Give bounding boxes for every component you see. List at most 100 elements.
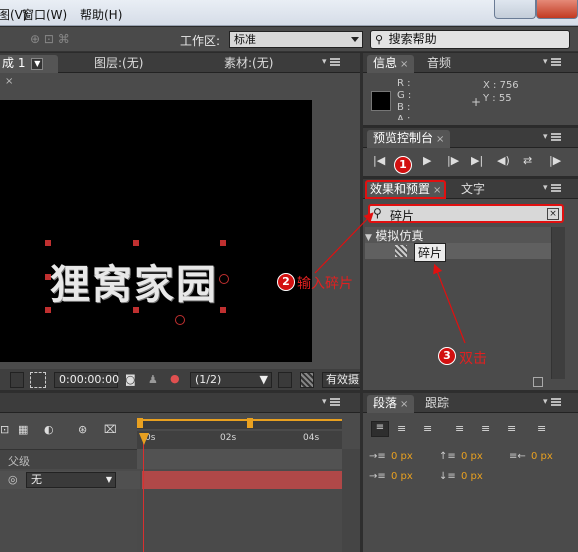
x-readout: X : 756 [483,80,519,91]
channel-icon[interactable]: ● [170,372,180,385]
viewer-controls: 0:00:00:00 ◙ ♟ ● (1/2) ▼ 有效摄 [0,369,362,391]
view-dropdown[interactable]: 有效摄 [322,372,362,388]
loop-icon[interactable]: ⇄ [523,154,532,167]
menu-help[interactable]: 帮助(H) [80,6,122,23]
new-folder-icon[interactable] [533,377,543,387]
panel-menu-icon[interactable] [543,57,563,68]
close-icon[interactable]: × [436,134,444,145]
time-ruler[interactable]: 0s 02s 04s [137,431,342,449]
tab-effects-presets[interactable]: 效果和预置 × [365,180,447,199]
tab-preview-label: 预览控制台 [373,131,434,145]
menu-window[interactable]: 窗口(W) [22,6,67,23]
chevron-down-icon: ▼ [105,475,112,484]
panel-menu-icon[interactable] [543,132,563,143]
chevron-down-icon [351,37,359,42]
pickwhip-icon[interactable]: ◎ [8,473,18,486]
panel-menu-icon[interactable] [543,183,563,194]
brainstorm-icon[interactable]: ⌧ [104,423,117,436]
preview-panel: 预览控制台× |◀ ▶ |▶ ▶| ◀) ⇄ |▶ 1 [363,125,578,176]
ram-preview-icon[interactable]: |▶ [549,154,561,167]
close-icon[interactable]: × [400,399,408,410]
justify-center-icon[interactable]: ≡ [481,422,490,435]
composition-viewer[interactable]: 狸窝家园 [0,100,312,362]
transform-handle[interactable] [45,240,51,246]
align-left-icon[interactable]: ≡ [371,421,389,437]
parent-column-label: 父级 [8,455,30,468]
timecode-field[interactable]: 0:00:00:00 [54,372,119,388]
region-icon[interactable] [278,372,292,388]
next-frame-icon[interactable]: |▶ [447,154,459,167]
play-icon[interactable]: ▶ [423,154,431,167]
audio-icon[interactable]: ◀) [497,154,510,167]
resolution-value: (1/2) [195,373,222,386]
transform-handle[interactable] [220,307,226,313]
frame-blend-icon[interactable]: ▦ [18,423,28,436]
effect-item-row[interactable]: 碎片 [365,243,551,262]
panel-menu-icon[interactable] [322,57,342,68]
anchor-point-icon[interactable] [175,315,185,325]
comp-dropdown-icon[interactable]: ▼ [31,57,44,70]
tab-composition[interactable]: 成 1 ▼ × [0,55,58,87]
justify-all-icon[interactable]: ≡ [537,422,546,435]
anchor-point-icon[interactable] [219,274,229,284]
layer-duration-bar[interactable] [142,471,342,489]
transform-handle[interactable] [220,240,226,246]
close-window-button[interactable] [536,0,578,19]
work-area-end-handle[interactable] [247,418,253,428]
panel-menu-icon[interactable] [543,397,563,408]
tab-preview[interactable]: 预览控制台 × [367,130,451,148]
effects-scrollbar[interactable] [551,227,565,379]
space-after-value[interactable]: 0 px [461,471,483,482]
effects-category-row[interactable]: ▼ 模拟仿真 [365,227,551,243]
minimize-button[interactable] [494,0,536,19]
justify-right-icon[interactable]: ≡ [507,422,516,435]
close-icon[interactable]: × [400,59,408,70]
camera-icon[interactable]: ◙ [125,373,136,386]
first-line-value[interactable]: 0 px [391,471,413,482]
transparency-grid-icon[interactable] [300,372,314,388]
resolution-dropdown[interactable]: (1/2) ▼ [190,372,272,388]
effects-search-input[interactable]: ⚲ 碎片 × [368,204,564,223]
tab-tracker[interactable]: 跟踪 [419,395,455,413]
tab-info[interactable]: 信息 × [367,55,415,73]
workspace-label: 工作区: [180,34,221,48]
grid-icon[interactable] [10,372,24,388]
current-time-indicator[interactable] [143,433,144,552]
snap-icon[interactable]: ⊕ ⊡ ⌘ [30,32,70,46]
timeline-empty-area [137,489,342,552]
indent-fields: →≡ 0 px ↑≡ 0 px ≡← 0 px →≡ 0 px ↓≡ 0 px [369,451,574,491]
transform-handle[interactable] [133,240,139,246]
align-right-icon[interactable]: ≡ [423,422,432,435]
indent-right-value[interactable]: 0 px [531,451,553,462]
a-label: A : [397,114,411,120]
clear-search-icon[interactable]: × [547,208,559,220]
graph-editor-icon[interactable]: ⊛ [78,423,87,436]
safe-margin-icon[interactable] [30,372,46,388]
tab-audio[interactable]: 音频 [421,55,457,73]
expand-icon[interactable]: ▼ [365,233,372,243]
work-area-start-handle[interactable] [137,418,143,428]
last-frame-icon[interactable]: ▶| [471,154,483,167]
indent-left-value[interactable]: 0 px [391,451,413,462]
tab-layer[interactable]: 图层:(无) [88,55,149,73]
user-icon[interactable]: ♟ [148,373,158,386]
panel-menu-icon[interactable] [322,397,342,408]
space-before-value[interactable]: 0 px [461,451,483,462]
workspace-dropdown[interactable]: 标准 [229,31,363,48]
timeline-scrollbar[interactable] [342,449,360,552]
layer-row[interactable]: ◎ 无 ▼ [0,471,140,489]
tab-text[interactable]: 文字 [455,181,491,199]
justify-left-icon[interactable]: ≡ [455,422,464,435]
help-search-input[interactable]: ⚲ 搜索帮助 [370,30,570,49]
work-area-bar[interactable] [137,418,342,429]
tab-paragraph[interactable]: 段落 × [367,395,415,413]
first-frame-icon[interactable]: |◀ [373,154,385,167]
close-icon[interactable]: × [433,185,441,196]
parent-dropdown[interactable]: 无 ▼ [26,472,116,488]
shy-icon[interactable]: ⊡ [0,423,9,436]
tab-footage[interactable]: 素材:(无) [218,55,279,73]
motion-blur-icon[interactable]: ◐ [44,423,54,436]
close-icon[interactable]: × [5,76,13,87]
crosshair-icon: + [471,95,482,109]
align-center-icon[interactable]: ≡ [397,422,406,435]
